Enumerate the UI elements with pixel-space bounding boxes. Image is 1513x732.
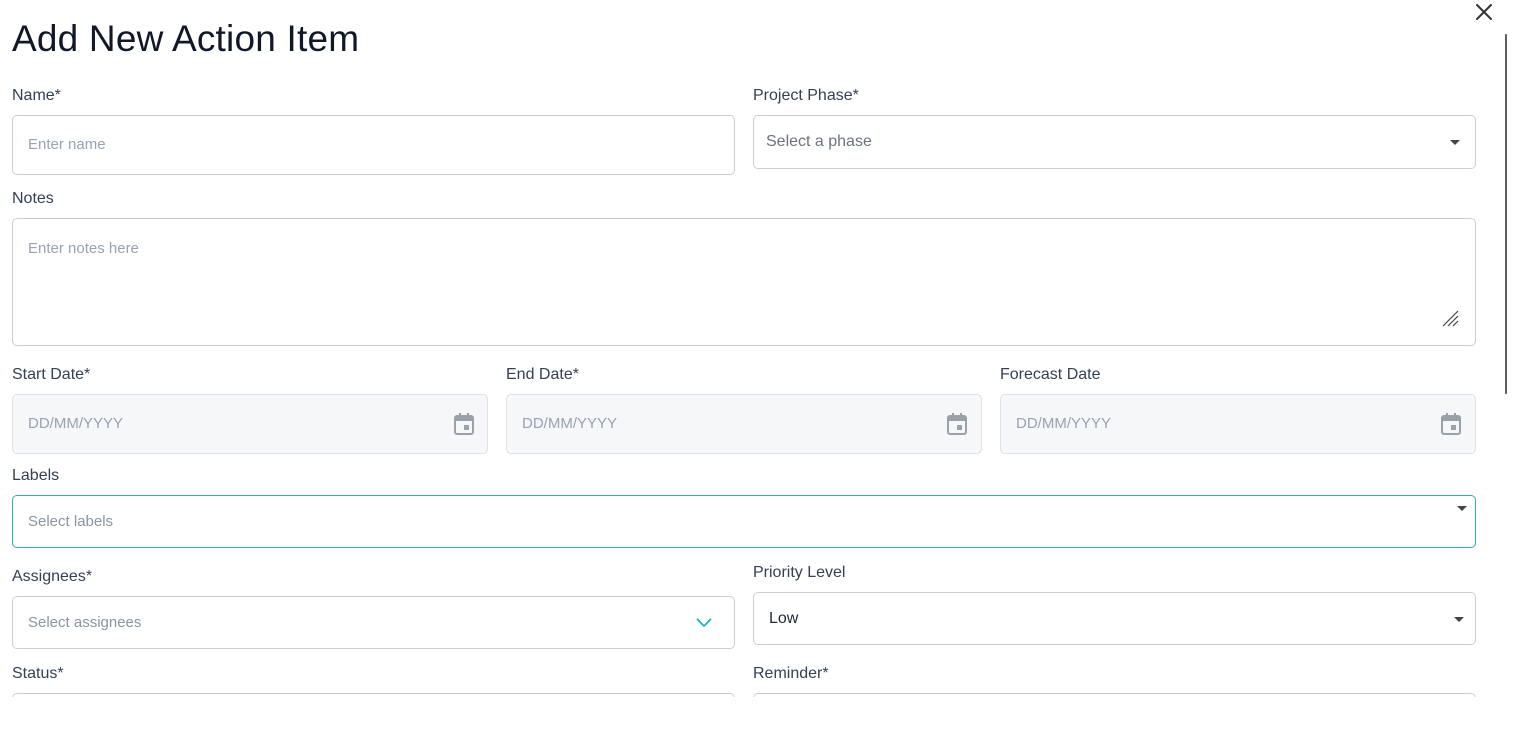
calendar-icon[interactable] bbox=[1440, 412, 1462, 436]
notes-placeholder: Enter notes here bbox=[28, 240, 139, 257]
forecast-date-placeholder: DD/MM/YYYY bbox=[1016, 415, 1112, 432]
project-phase-label: Project Phase* bbox=[753, 87, 859, 104]
labels-placeholder: Select labels bbox=[28, 513, 114, 530]
notes-label: Notes bbox=[12, 190, 54, 207]
name-label: Name* bbox=[12, 87, 61, 104]
reminder-label: Reminder* bbox=[753, 665, 829, 682]
calendar-icon[interactable] bbox=[453, 412, 475, 436]
priority-level-value: Low bbox=[769, 610, 799, 627]
end-date-placeholder: DD/MM/YYYY bbox=[522, 415, 618, 432]
end-date-label: End Date* bbox=[506, 366, 579, 383]
forecast-date-label: Forecast Date bbox=[1000, 366, 1101, 383]
dialog-title: Add New Action Item bbox=[12, 18, 360, 59]
status-label: Status* bbox=[12, 665, 64, 682]
labels-label: Labels bbox=[12, 467, 60, 484]
priority-level-select[interactable]: Low bbox=[753, 592, 1476, 645]
notes-textarea[interactable]: Enter notes here bbox=[12, 218, 1476, 346]
labels-select[interactable]: Select labels bbox=[12, 495, 1476, 548]
project-phase-placeholder: Select a phase bbox=[766, 133, 872, 150]
close-icon bbox=[1476, 4, 1492, 20]
project-phase-select[interactable]: Select a phase bbox=[753, 115, 1476, 169]
scroll-clip bbox=[0, 697, 1500, 732]
resize-handle-icon[interactable] bbox=[1441, 309, 1459, 327]
caret-down-icon bbox=[1454, 617, 1464, 622]
start-date-placeholder: DD/MM/YYYY bbox=[28, 415, 124, 432]
caret-down-icon bbox=[1457, 506, 1467, 511]
priority-level-label: Priority Level bbox=[753, 564, 846, 581]
assignees-placeholder: Select assignees bbox=[28, 614, 142, 631]
start-date-label: Start Date* bbox=[12, 366, 91, 383]
caret-down-icon bbox=[1450, 140, 1460, 145]
end-date-input[interactable]: DD/MM/YYYY bbox=[506, 394, 982, 454]
calendar-icon[interactable] bbox=[946, 412, 968, 436]
name-placeholder: Enter name bbox=[28, 136, 106, 153]
start-date-input[interactable]: DD/MM/YYYY bbox=[12, 394, 488, 454]
add-action-item-dialog: Add New Action Item Name* Enter name Pro… bbox=[0, 0, 1513, 732]
forecast-date-input[interactable]: DD/MM/YYYY bbox=[1000, 394, 1476, 454]
chevron-down-icon bbox=[696, 618, 712, 628]
assignees-label: Assignees* bbox=[12, 568, 93, 585]
assignees-select[interactable]: Select assignees bbox=[12, 596, 735, 649]
close-button[interactable] bbox=[1472, 0, 1496, 24]
scrollbar-thumb[interactable] bbox=[1505, 34, 1507, 394]
name-input[interactable]: Enter name bbox=[12, 115, 735, 175]
